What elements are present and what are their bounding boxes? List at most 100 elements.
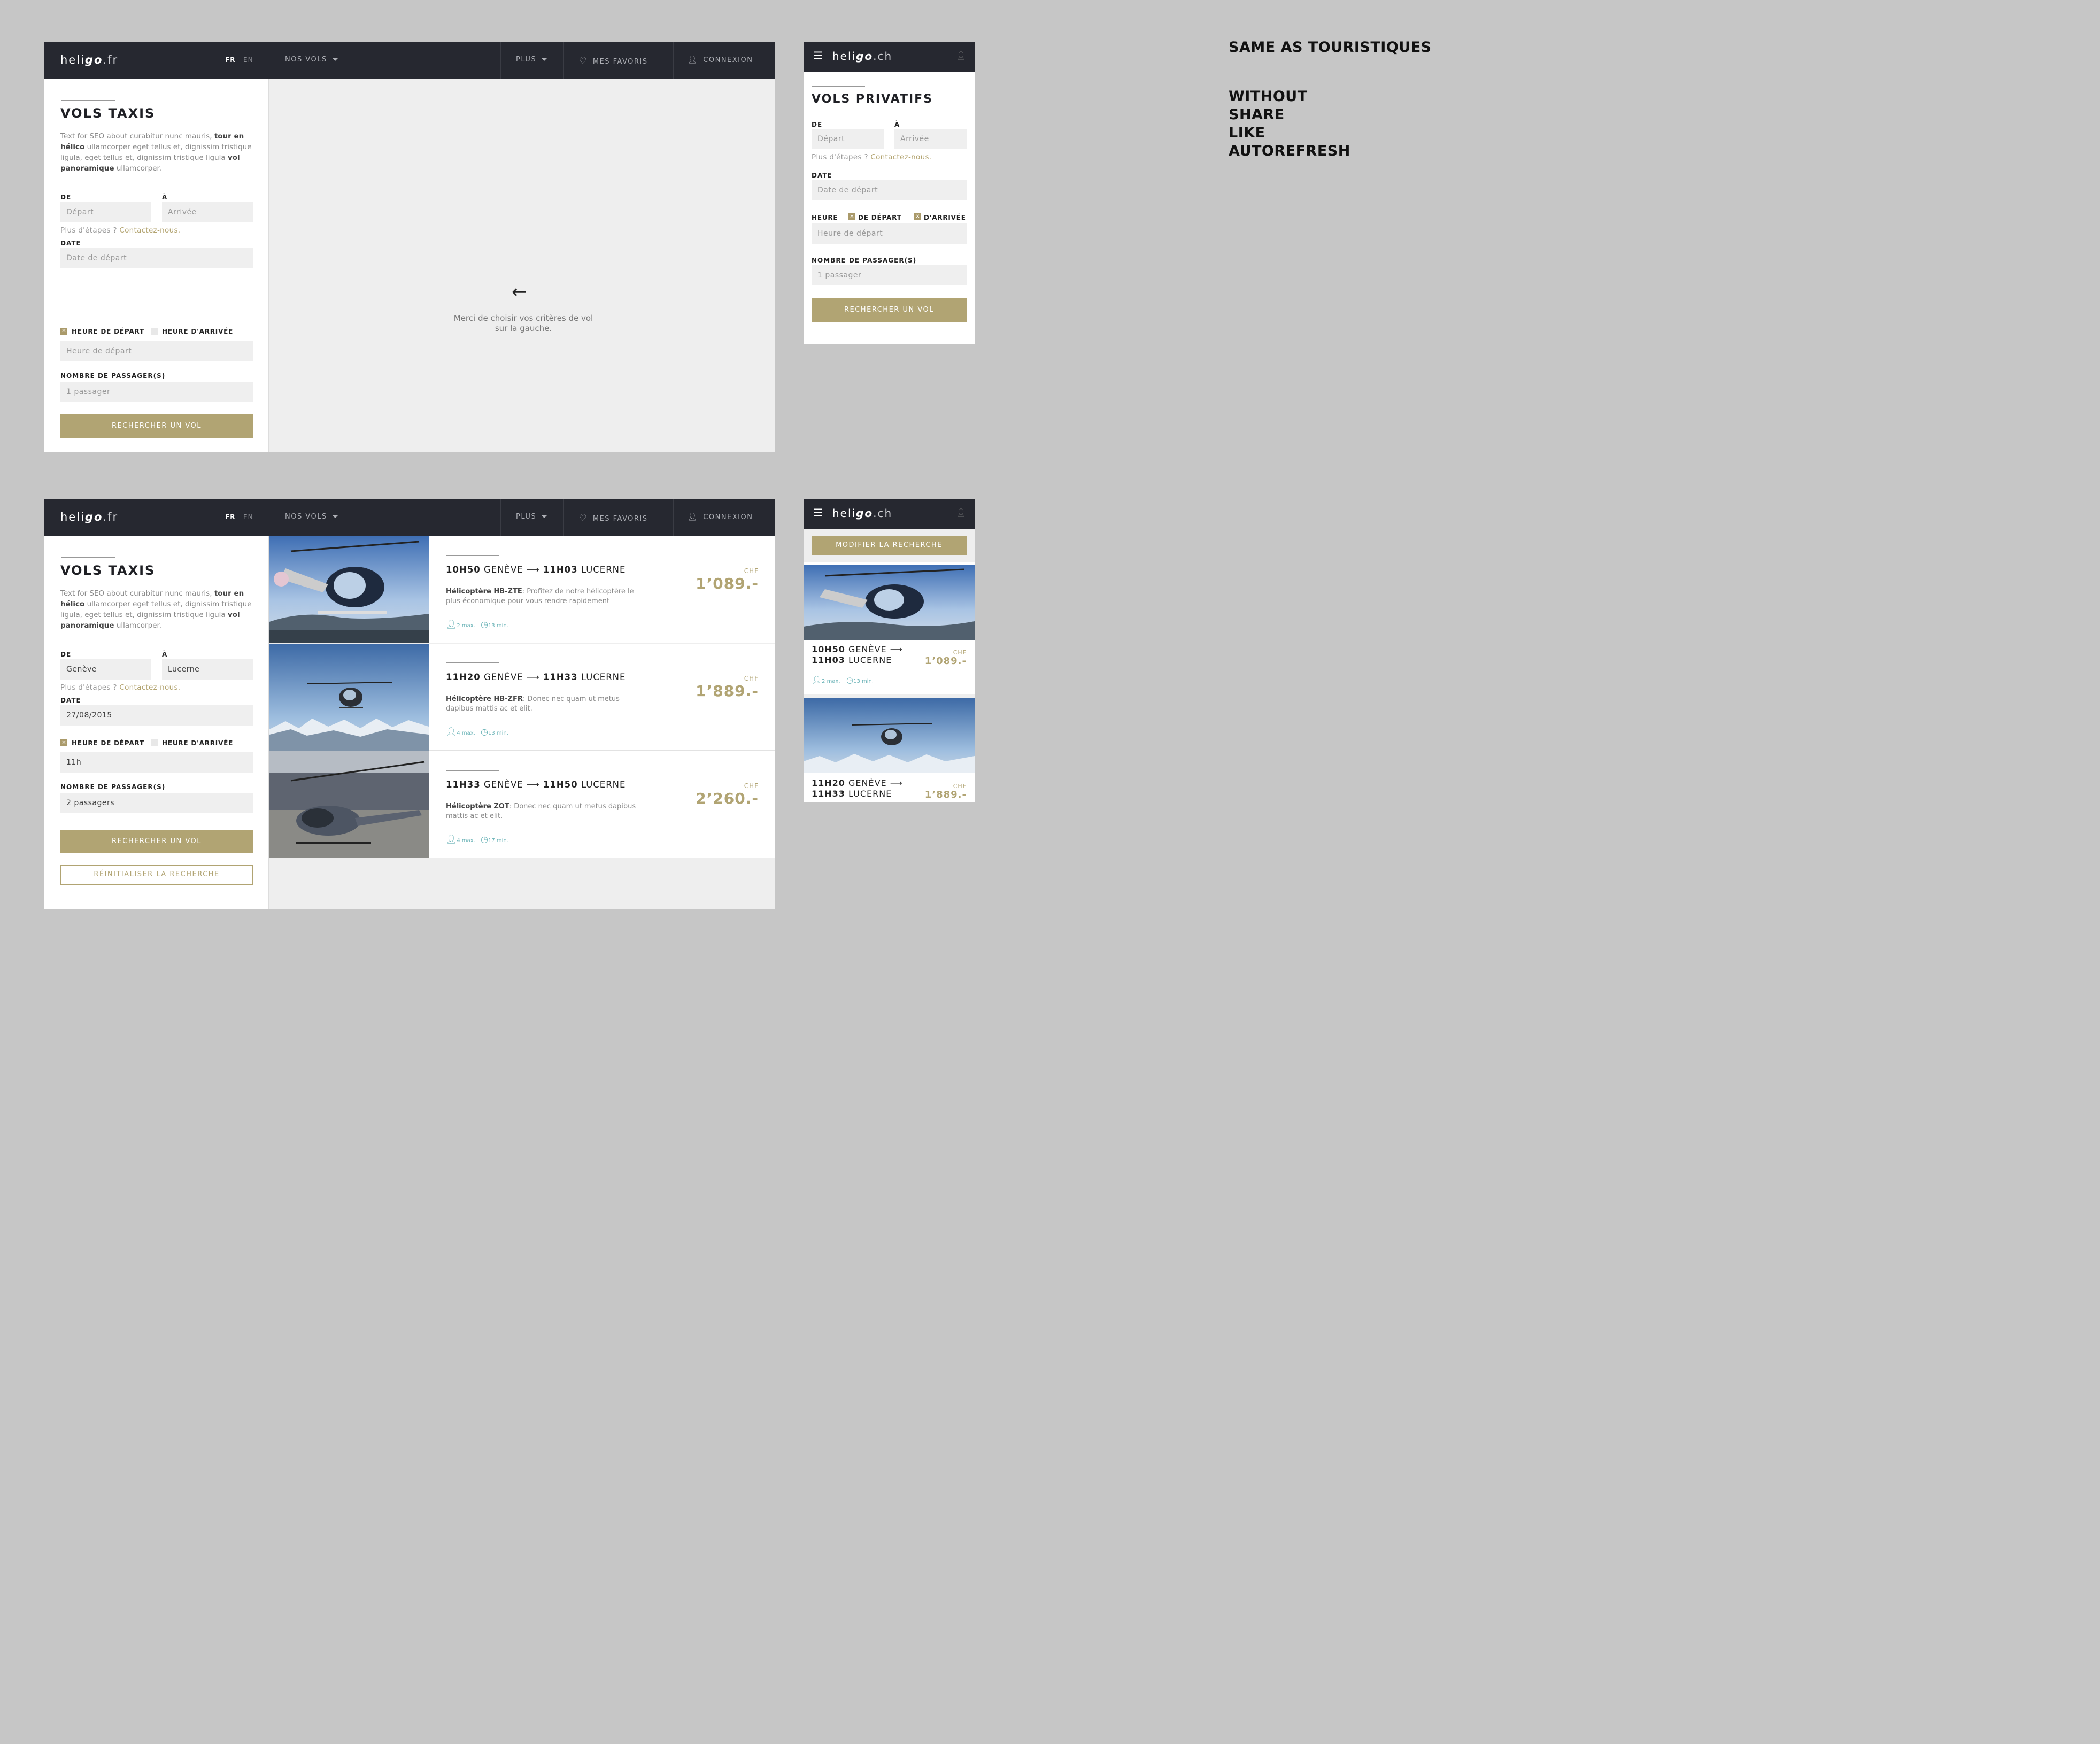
result-card[interactable]: 11H33 GENÈVE ⟶ 11H50 LUCERNE Hélicoptère…	[269, 751, 775, 858]
page-title: VOLS TAXIS	[60, 563, 156, 578]
date-input[interactable]: 27/08/2015	[60, 705, 253, 726]
modify-search-button[interactable]: MODIFIER LA RECHERCHE	[812, 536, 967, 555]
departure-input[interactable]: Départ	[60, 202, 151, 222]
lang-fr[interactable]: FR	[225, 56, 235, 64]
checkbox-d-arrivee[interactable]: ✕	[914, 213, 921, 220]
heure-input[interactable]: Heure de départ	[812, 223, 967, 244]
departure-input[interactable]: Départ	[812, 129, 884, 149]
logo[interactable]: heligo.fr	[60, 511, 118, 523]
result-card[interactable]: 10H50 GENÈVE ⟶ 11H03 LUCERNE Hélicoptère…	[269, 536, 775, 643]
chevron-down-icon	[542, 515, 547, 518]
reset-search-button[interactable]: RÉINITIALISER LA RECHERCHE	[60, 865, 253, 885]
arrival-input[interactable]: Arrivée	[162, 202, 253, 222]
pax-label: NOMBRE DE PASSAGER(S)	[60, 372, 166, 380]
lang-en[interactable]: EN	[243, 56, 253, 64]
nav-favoris[interactable]: ♡ MES FAVORIS	[579, 56, 648, 66]
chevron-down-icon	[332, 515, 338, 518]
flight-duration: ◷13 min.	[481, 619, 508, 629]
empty-state-panel: ← Merci de choisir vos critères de vol s…	[269, 79, 775, 452]
route: 10H50 GENÈVE ⟶ 11H03 LUCERNE	[446, 565, 626, 575]
etapes-text: Plus d'étapes ? Contactez-nous.	[60, 683, 181, 692]
currency: CHF	[744, 782, 759, 790]
checkbox-heure-arrivee[interactable]	[151, 328, 158, 335]
heure-arrivee-label: HEURE D'ARRIVÉE	[162, 328, 234, 335]
pax-input[interactable]: 1 passager	[60, 382, 253, 402]
user-icon[interactable]: 👤︎	[956, 508, 966, 518]
de-label: DE	[60, 651, 72, 658]
search-button[interactable]: RECHERCHER UN VOL	[60, 414, 253, 438]
logo-bold: go	[84, 53, 103, 66]
pax-input[interactable]: 1 passager	[812, 265, 967, 285]
mobile-form-screen: ☰ heligo.ch 👤︎ VOLS PRIVATIFS DE À Dépar…	[804, 42, 975, 344]
menu-icon[interactable]: ☰	[813, 49, 823, 62]
route: 11H33 GENÈVE ⟶ 11H50 LUCERNE	[446, 780, 626, 790]
contact-link[interactable]: Contactez-nous.	[870, 153, 931, 161]
logo[interactable]: heligo.ch	[832, 507, 892, 520]
contact-link[interactable]: Contactez-nous.	[119, 226, 180, 235]
nav-plus[interactable]: PLUS	[516, 513, 547, 521]
mobile-results-screen: ☰ heligo.ch 👤︎ MODIFIER LA RECHERCHE 10H…	[804, 499, 975, 802]
nav-nos-vols[interactable]: NOS VOLS	[285, 513, 338, 521]
price: 1’089.-	[696, 575, 759, 592]
departure-input[interactable]: Genève	[60, 659, 151, 680]
heure-depart-label: HEURE DE DÉPART	[72, 739, 144, 747]
flight-duration: ◷17 min.	[481, 834, 508, 844]
empty-message: Merci de choisir vos critères de vol sur…	[403, 313, 644, 334]
heure-depart-label: HEURE DE DÉPART	[72, 328, 144, 335]
empty-message-line1: Merci de choisir vos critères de vol	[453, 313, 593, 323]
helicopter-photo	[804, 698, 975, 773]
date-input[interactable]: Date de départ	[812, 180, 967, 200]
currency: CHF	[744, 567, 759, 575]
annotation-list: WITHOUT SHARE LIKE AUTOREFRESH	[1229, 88, 1350, 160]
user-icon[interactable]: 👤︎	[956, 51, 966, 60]
nav-connexion-label: CONNEXION	[703, 56, 753, 64]
user-icon: 👤︎	[446, 619, 457, 629]
search-button[interactable]: RECHERCHER UN VOL	[812, 298, 967, 322]
result-card[interactable]: 11H20 GENÈVE ⟶ 11H33 LUCERNE Hélicoptère…	[269, 644, 775, 751]
checkbox-heure-depart[interactable]: ✕	[60, 739, 67, 746]
nav-nos-vols-label: NOS VOLS	[285, 513, 327, 521]
lang-fr[interactable]: FR	[225, 513, 235, 521]
nav-connexion-label: CONNEXION	[703, 513, 753, 521]
nav-nos-vols[interactable]: NOS VOLS	[285, 56, 338, 64]
helicopter-photo	[269, 751, 429, 858]
date-input[interactable]: Date de départ	[60, 248, 253, 268]
clock-icon: ◷	[481, 834, 488, 844]
heart-icon: ♡	[579, 513, 588, 523]
logo-domain: .fr	[103, 511, 119, 523]
heure-input[interactable]: 11h	[60, 752, 253, 773]
lang-en[interactable]: EN	[243, 513, 253, 521]
flight-duration: ◷13 min.	[481, 727, 508, 737]
arrival-input[interactable]: Lucerne	[162, 659, 253, 680]
contact-link[interactable]: Contactez-nous.	[119, 683, 180, 692]
nav-plus[interactable]: PLUS	[516, 56, 547, 64]
divider	[673, 499, 674, 536]
empty-message-line2: sur la gauche.	[495, 323, 552, 333]
arrival-input[interactable]: Arrivée	[894, 129, 967, 149]
logo[interactable]: heligo.fr	[60, 53, 118, 66]
heure-arrivee-label: HEURE D'ARRIVÉE	[162, 739, 234, 747]
results-panel: 10H50 GENÈVE ⟶ 11H03 LUCERNE Hélicoptère…	[269, 536, 775, 909]
top-navigation: heligo.fr FR EN NOS VOLS PLUS ♡ MES FAVOR…	[44, 499, 775, 536]
nav-connexion[interactable]: 👤︎ CONNEXION	[688, 56, 753, 64]
date-label: DATE	[60, 697, 81, 704]
pax-input[interactable]: 2 passagers	[60, 793, 253, 813]
heure-input[interactable]: Heure de départ	[60, 341, 253, 361]
menu-icon[interactable]: ☰	[813, 506, 823, 519]
checkbox-heure-depart[interactable]: ✕	[60, 328, 67, 335]
logo-bold: go	[84, 511, 103, 523]
arrow-right-icon: ⟶	[890, 644, 903, 654]
checkbox-de-depart[interactable]: ✕	[848, 213, 855, 220]
arrow-right-icon: ⟶	[526, 780, 540, 790]
search-button[interactable]: RECHERCHER UN VOL	[60, 830, 253, 853]
divider	[500, 42, 501, 79]
annotation-autorefresh: AUTOREFRESH	[1229, 143, 1350, 159]
seo-text: Text for SEO about curabitur nunc mauris…	[60, 589, 252, 630]
nav-connexion[interactable]: 👤︎ CONNEXION	[688, 513, 753, 521]
logo[interactable]: heligo.ch	[832, 50, 892, 63]
nav-favoris[interactable]: ♡ MES FAVORIS	[579, 513, 648, 523]
helicopter-description: Hélicoptère ZOT: Donec nec quam ut metus…	[446, 802, 636, 820]
mobile-topbar: ☰ heligo.ch 👤︎	[804, 499, 975, 529]
checkbox-heure-arrivee[interactable]	[151, 739, 158, 746]
top-navigation: heligo.fr FR EN NOS VOLS PLUS ♡ MES FAVOR…	[44, 42, 775, 79]
